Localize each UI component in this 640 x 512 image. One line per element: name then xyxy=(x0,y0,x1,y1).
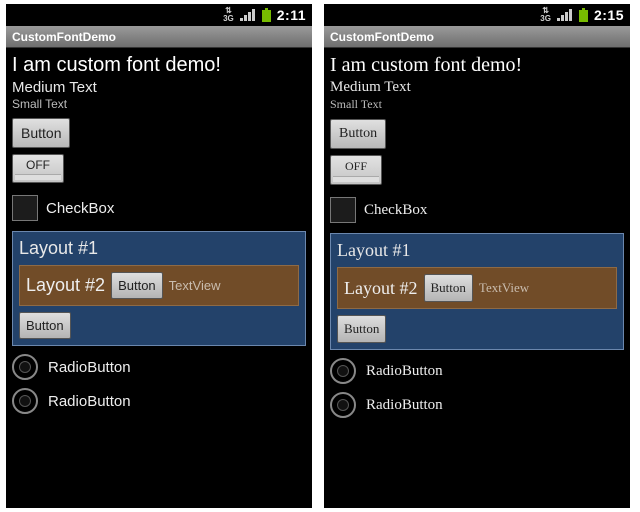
radio-1[interactable] xyxy=(330,358,356,384)
layout-2-button[interactable]: Button xyxy=(424,274,473,302)
layout-1-title: Layout #1 xyxy=(337,240,617,261)
layout-2-panel: Layout #2 Button TextView xyxy=(337,267,617,309)
checkbox[interactable] xyxy=(330,197,356,223)
radio-2-label: RadioButton xyxy=(366,397,443,414)
heading-medium: Medium Text xyxy=(12,79,306,96)
layout-2-panel: Layout #2 Button TextView xyxy=(19,265,299,306)
title-bar: CustomFontDemo xyxy=(6,26,312,48)
title-bar: CustomFontDemo xyxy=(324,26,630,48)
network-3g-icon: ⇅3G xyxy=(223,7,234,23)
layout-1-button[interactable]: Button xyxy=(19,312,71,339)
heading-large: I am custom font demo! xyxy=(12,54,306,77)
signal-icon xyxy=(557,9,573,21)
toggle-switch[interactable]: OFF xyxy=(330,155,382,185)
layout-2-title: Layout #2 xyxy=(344,278,418,299)
layout-2-title: Layout #2 xyxy=(26,275,105,296)
battery-icon xyxy=(262,8,271,22)
status-time: 2:15 xyxy=(594,7,624,23)
heading-medium: Medium Text xyxy=(330,79,624,96)
signal-icon xyxy=(240,9,256,21)
radio-1-label: RadioButton xyxy=(366,363,443,380)
app-title: CustomFontDemo xyxy=(12,30,116,44)
status-bar: ⇅3G 2:15 xyxy=(324,4,630,26)
radio-2[interactable] xyxy=(12,388,38,414)
layout-1-panel: Layout #1 Layout #2 Button TextView Butt… xyxy=(12,231,306,346)
button-1[interactable]: Button xyxy=(12,118,70,148)
heading-large: I am custom font demo! xyxy=(330,54,624,77)
layout-2-textview: TextView xyxy=(479,280,529,296)
layout-2-textview: TextView xyxy=(169,278,221,293)
heading-small: Small Text xyxy=(330,97,624,112)
app-title: CustomFontDemo xyxy=(330,30,434,44)
radio-1-label: RadioButton xyxy=(48,359,131,376)
phone-right: ⇅3G 2:15 CustomFontDemo I am custom font… xyxy=(324,4,630,508)
layout-1-title: Layout #1 xyxy=(19,238,299,259)
button-1[interactable]: Button xyxy=(330,119,386,149)
checkbox[interactable] xyxy=(12,195,38,221)
battery-icon xyxy=(579,8,588,22)
status-bar: ⇅3G 2:11 xyxy=(6,4,312,26)
layout-1-panel: Layout #1 Layout #2 Button TextView Butt… xyxy=(330,233,624,350)
checkbox-label: CheckBox xyxy=(46,200,114,217)
radio-2-label: RadioButton xyxy=(48,393,131,410)
phone-left: ⇅3G 2:11 CustomFontDemo I am custom font… xyxy=(6,4,312,508)
radio-2[interactable] xyxy=(330,392,356,418)
toggle-label: OFF xyxy=(345,159,367,173)
heading-small: Small Text xyxy=(12,97,306,111)
network-3g-icon: ⇅3G xyxy=(540,7,551,23)
radio-1[interactable] xyxy=(12,354,38,380)
layout-1-button[interactable]: Button xyxy=(337,315,386,343)
checkbox-label: CheckBox xyxy=(364,202,427,219)
status-time: 2:11 xyxy=(277,7,306,23)
layout-2-button[interactable]: Button xyxy=(111,272,163,299)
toggle-label: OFF xyxy=(26,158,50,172)
toggle-switch[interactable]: OFF xyxy=(12,154,64,183)
